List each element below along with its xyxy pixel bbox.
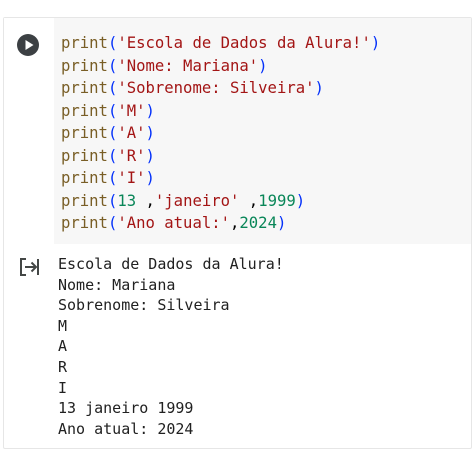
code-token-str: 'Nome: Mariana' <box>117 56 259 75</box>
code-token-paren: ) <box>276 214 287 232</box>
code-line: print('A') <box>61 122 380 145</box>
code-lines: print('Escola de Dados da Alura!') print(… <box>61 32 380 235</box>
code-token-paren: ( <box>107 214 118 232</box>
code-line: print('Sobrenome: Silveira') <box>61 77 380 100</box>
code-token-paren: ( <box>107 124 118 142</box>
output-line: Escola de Dados da Alura! <box>58 255 284 273</box>
output-line: M <box>58 316 68 335</box>
code-token-paren: ( <box>107 169 118 187</box>
code-token-fn: print <box>61 214 108 232</box>
code-token-str: 'M' <box>117 101 146 120</box>
code-token-fn: print <box>61 56 108 75</box>
code-token-num: 13 <box>117 191 137 210</box>
code-token-paren: ) <box>314 79 324 97</box>
code-token-paren: ( <box>107 101 118 120</box>
output-redirect-icon[interactable] <box>16 254 42 280</box>
code-token-paren: ( <box>107 191 118 210</box>
output-line: Nome: Mariana <box>58 275 176 294</box>
code-token-str: 'R' <box>117 146 146 165</box>
code-token-punct: , <box>239 191 259 210</box>
code-token-paren: ) <box>145 101 155 120</box>
code-token-str: 'Escola de Dados da Alura!' <box>117 34 371 52</box>
output-line: R <box>58 357 68 376</box>
code-token-paren: ) <box>145 124 155 142</box>
code-token-paren: ) <box>145 169 155 187</box>
code-token-paren: ) <box>258 56 268 75</box>
output-line: A <box>58 337 68 356</box>
code-line: print('R') <box>61 145 380 168</box>
code-token-num: 2024 <box>239 214 277 232</box>
code-line: print(13 ,'janeiro' ,1999) <box>61 190 380 213</box>
code-token-paren: ) <box>295 191 306 210</box>
output-line: Ano atual: 2024 <box>58 419 194 438</box>
code-token-str: 'Sobrenome: Silveira' <box>117 79 315 97</box>
code-token-paren: ( <box>107 146 118 165</box>
cell-output: Escola de Dados da Alura! Nome: Mariana So… <box>58 254 284 439</box>
code-line: print('M') <box>61 100 380 123</box>
code-token-punct: , <box>230 214 240 232</box>
cell-gutter <box>4 18 54 244</box>
code-token-fn: print <box>61 169 108 187</box>
code-token-paren: ) <box>370 34 381 52</box>
code-token-fn: print <box>61 124 108 142</box>
code-token-fn: print <box>61 146 108 165</box>
code-token-paren: ( <box>107 34 118 52</box>
code-token-fn: print <box>61 101 108 120</box>
code-token-paren: ) <box>145 146 155 165</box>
code-token-str: 'Ano atual:' <box>117 214 231 232</box>
code-line: print('Escola de Dados da Alura!') <box>61 32 380 55</box>
output-line: Sobrenome: Silveira <box>58 296 230 315</box>
output-line: I <box>58 378 68 397</box>
code-editor[interactable]: print('Escola de Dados da Alura!') print(… <box>54 18 471 244</box>
code-line: print('I') <box>61 167 380 190</box>
play-icon <box>25 40 34 50</box>
code-line: print('Ano atual:',2024) <box>61 212 380 235</box>
notebook-code-cell[interactable]: print('Escola de Dados da Alura!') print(… <box>3 17 472 449</box>
code-token-num: 1999 <box>258 191 296 210</box>
code-token-fn: print <box>61 191 108 210</box>
output-line: 13 janeiro 1999 <box>58 399 194 418</box>
code-token-paren: ( <box>107 79 118 97</box>
code-token-punct: , <box>136 191 155 210</box>
code-token-str: 'A' <box>117 124 146 142</box>
code-token-fn: print <box>61 34 108 52</box>
run-cell-button[interactable] <box>17 34 39 56</box>
code-token-str: 'janeiro' <box>154 191 240 210</box>
code-token-fn: print <box>61 79 108 97</box>
code-token-str: 'I' <box>117 169 146 187</box>
code-line: print('Nome: Mariana') <box>61 55 380 78</box>
code-token-paren: ( <box>107 56 118 75</box>
